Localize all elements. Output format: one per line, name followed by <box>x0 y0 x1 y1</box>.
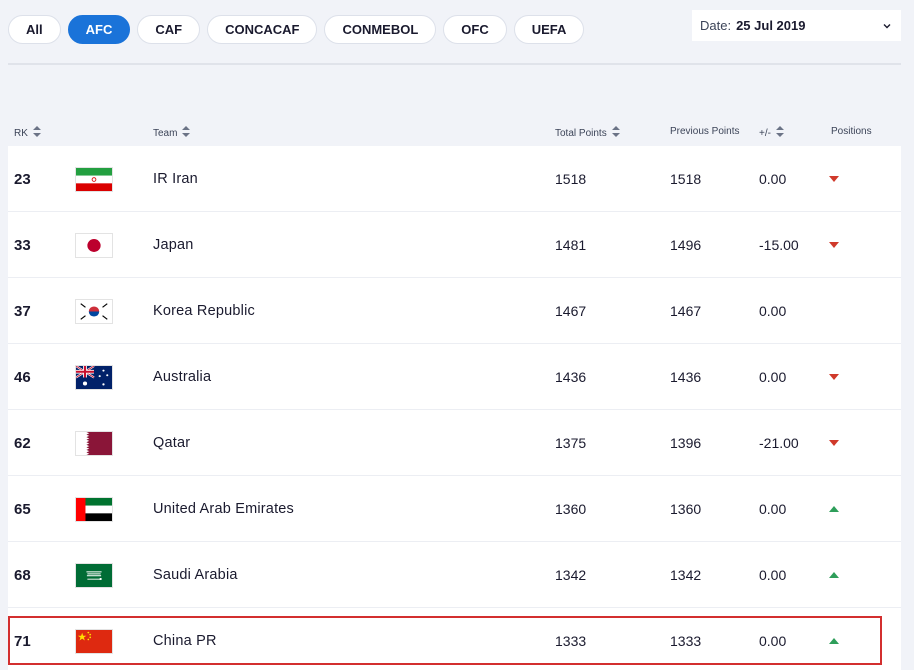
tab-uefa[interactable]: UEFA <box>513 15 585 44</box>
table-row[interactable]: 23 IR Iran 1518 1518 0.00 <box>8 146 901 212</box>
previous-points: 1467 <box>670 303 702 319</box>
header-positions: Positions <box>831 126 872 137</box>
tab-ofc[interactable]: OFC <box>443 15 507 44</box>
points-diff: 0.00 <box>759 171 787 187</box>
total-points: 1481 <box>555 237 587 253</box>
team-name[interactable]: Qatar <box>153 410 190 476</box>
previous-points: 1342 <box>670 567 702 583</box>
date-value: 25 Jul 2019 <box>736 18 806 33</box>
australia-flag-icon <box>75 344 113 410</box>
rank-cell: 62 <box>14 434 31 452</box>
total-points: 1518 <box>555 171 587 187</box>
points-diff: 0.00 <box>759 369 787 385</box>
table-row[interactable]: 68 Saudi Arabia 1342 1342 0.00 <box>8 542 901 608</box>
uae-flag-icon <box>75 476 113 542</box>
trend-up-icon <box>829 608 839 670</box>
trend-down-icon <box>829 410 839 476</box>
japan-flag-icon <box>75 212 113 278</box>
sort-icon <box>775 126 784 140</box>
team-name[interactable]: United Arab Emirates <box>153 476 294 542</box>
previous-points: 1436 <box>670 369 702 385</box>
chevron-down-icon <box>882 19 892 34</box>
tab-concacaf[interactable]: CONCACAF <box>207 15 318 44</box>
china-flag-icon <box>75 608 113 670</box>
table-row[interactable]: 71 China PR 1333 1333 0.00 <box>8 608 901 670</box>
qatar-flag-icon <box>75 410 113 476</box>
header-total-points[interactable]: Total Points <box>555 126 620 140</box>
rank-cell: 46 <box>14 368 31 386</box>
total-points: 1375 <box>555 435 587 451</box>
rank-cell: 68 <box>14 566 31 584</box>
points-diff: -15.00 <box>759 237 799 253</box>
team-name[interactable]: Japan <box>153 212 194 278</box>
ranking-table: 23 IR Iran 1518 1518 0.00 33 Japan 1481 … <box>8 146 901 670</box>
sort-icon <box>182 126 191 140</box>
header-team[interactable]: Team <box>153 126 191 140</box>
points-diff: 0.00 <box>759 633 787 649</box>
trend-down-icon <box>829 146 839 212</box>
points-diff: -21.00 <box>759 435 799 451</box>
rank-cell: 23 <box>14 170 31 188</box>
date-dropdown[interactable]: Date: 25 Jul 2019 <box>692 10 901 41</box>
header-rank[interactable]: RK <box>14 126 41 140</box>
previous-points: 1333 <box>670 633 702 649</box>
team-name[interactable]: IR Iran <box>153 146 198 212</box>
rank-cell: 37 <box>14 302 31 320</box>
table-row[interactable]: 46 Australia 1436 1436 0.00 <box>8 344 901 410</box>
table-header: RK Team Total Points Previous Points +/-… <box>8 120 901 146</box>
trend-up-icon <box>829 542 839 608</box>
previous-points: 1496 <box>670 237 702 253</box>
total-points: 1360 <box>555 501 587 517</box>
table-row[interactable]: 62 Qatar 1375 1396 -21.00 <box>8 410 901 476</box>
table-row[interactable]: 33 Japan 1481 1496 -15.00 <box>8 212 901 278</box>
tab-afc[interactable]: AFC <box>67 15 131 44</box>
total-points: 1467 <box>555 303 587 319</box>
previous-points: 1518 <box>670 171 702 187</box>
saudi-flag-icon <box>75 542 113 608</box>
tab-all[interactable]: All <box>8 15 61 44</box>
header-previous-points: Previous Points <box>670 126 740 137</box>
korea-flag-icon <box>75 278 113 344</box>
sort-icon <box>611 126 620 140</box>
points-diff: 0.00 <box>759 567 787 583</box>
points-diff: 0.00 <box>759 303 787 319</box>
sort-icon <box>32 126 41 140</box>
total-points: 1436 <box>555 369 587 385</box>
rank-cell: 33 <box>14 236 31 254</box>
points-diff: 0.00 <box>759 501 787 517</box>
trend-up-icon <box>829 476 839 542</box>
trend-down-icon <box>829 344 839 410</box>
header-diff[interactable]: +/- <box>759 126 784 140</box>
previous-points: 1396 <box>670 435 702 451</box>
table-row[interactable]: 65 United Arab Emirates 1360 1360 0.00 <box>8 476 901 542</box>
date-label: Date: <box>700 18 732 33</box>
table-row[interactable]: 37 Korea Republic 1467 1467 0.00 <box>8 278 901 344</box>
rank-cell: 71 <box>14 632 31 650</box>
total-points: 1342 <box>555 567 587 583</box>
total-points: 1333 <box>555 633 587 649</box>
divider <box>8 63 901 65</box>
tab-caf[interactable]: CAF <box>137 15 201 44</box>
rank-cell: 65 <box>14 500 31 518</box>
team-name[interactable]: Australia <box>153 344 211 410</box>
iran-flag-icon <box>75 146 113 212</box>
team-name[interactable]: Saudi Arabia <box>153 542 238 608</box>
previous-points: 1360 <box>670 501 702 517</box>
tab-conmebol[interactable]: CONMEBOL <box>324 15 437 44</box>
confederation-tabs: All AFC CAF CONCACAF CONMEBOL OFC UEFA <box>8 15 585 44</box>
team-name[interactable]: Korea Republic <box>153 278 255 344</box>
team-name[interactable]: China PR <box>153 608 217 670</box>
trend-down-icon <box>829 212 839 278</box>
